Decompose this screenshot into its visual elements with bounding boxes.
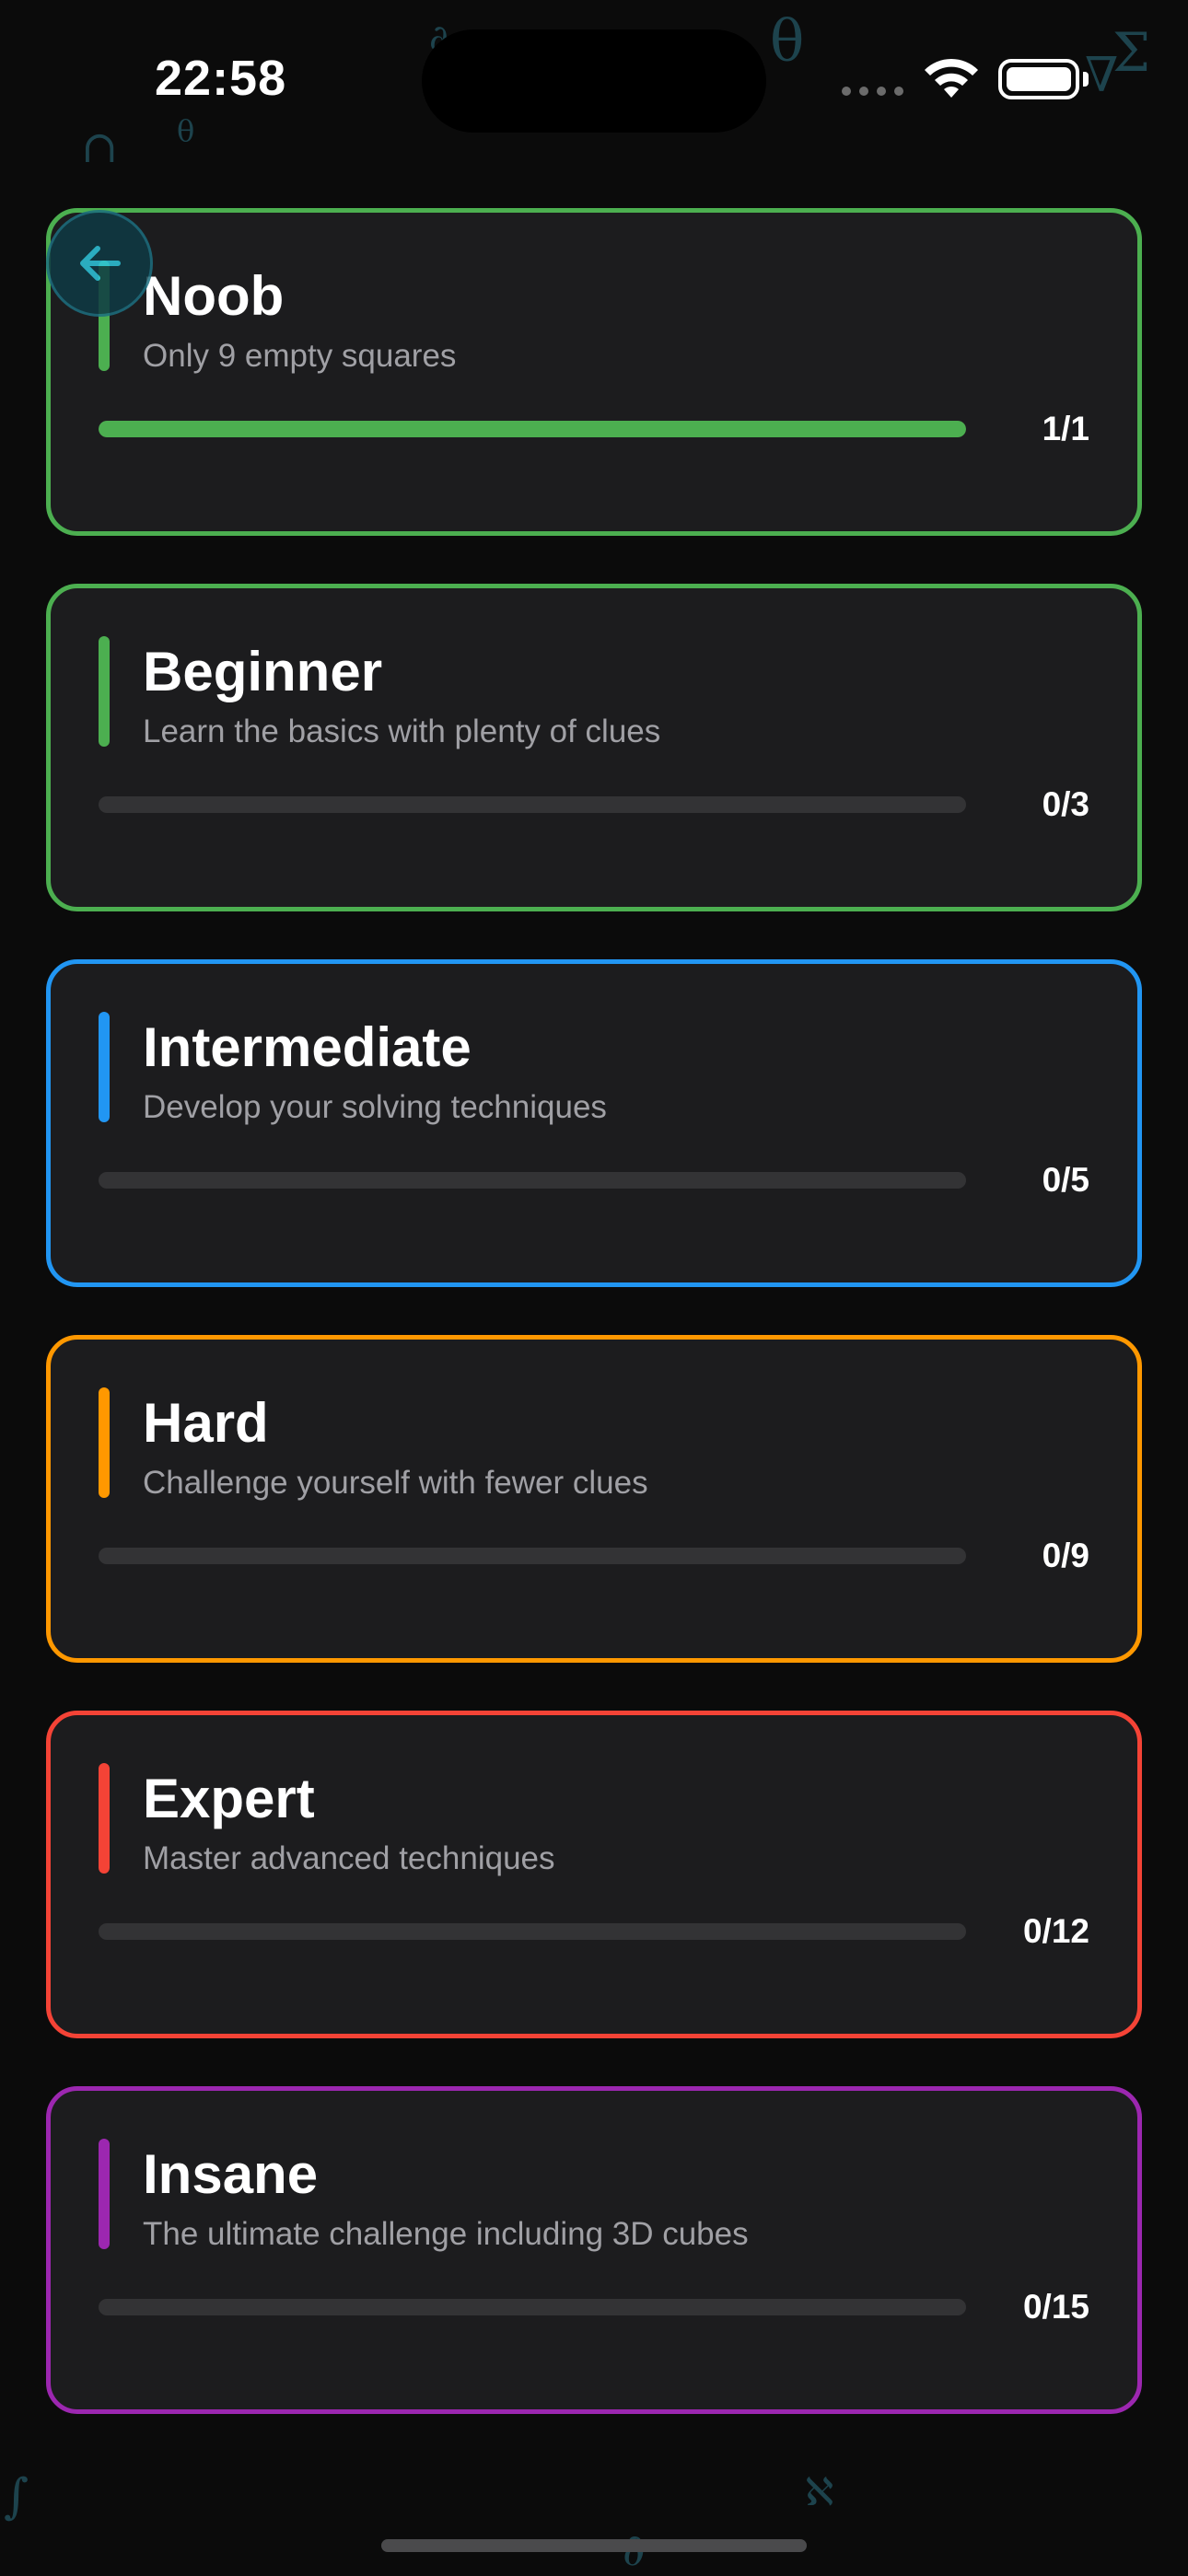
level-title: Beginner	[143, 641, 383, 702]
battery-tip	[1083, 72, 1089, 87]
level-subtitle: Master advanced techniques	[143, 1840, 555, 1876]
level-progress-count: 0/9	[1042, 1537, 1089, 1574]
level-subtitle: Develop your solving techniques	[143, 1089, 607, 1125]
level-card-hard[interactable]: Hard Challenge yourself with fewer clues…	[46, 1335, 1142, 1663]
level-accent-bar	[99, 2139, 110, 2249]
level-title: Insane	[143, 2143, 319, 2205]
level-title: Intermediate	[143, 1016, 472, 1078]
home-indicator[interactable]	[381, 2539, 807, 2552]
level-progress-track	[99, 1172, 966, 1189]
level-card-expert[interactable]: Expert Master advanced techniques 0/12	[46, 1711, 1142, 2038]
level-progress-count: 0/15	[1022, 2288, 1089, 2326]
level-subtitle: The ultimate challenge including 3D cube…	[143, 2216, 749, 2252]
level-progress-track	[99, 1548, 966, 1564]
level-progress-count: 0/12	[1022, 1912, 1089, 1950]
cellular-signal-icon	[842, 87, 903, 96]
level-accent-bar	[99, 1012, 110, 1122]
level-progress-track	[99, 421, 966, 437]
level-subtitle: Learn the basics with plenty of clues	[143, 714, 661, 749]
decoration-symbol: ℵ	[805, 2469, 834, 2514]
decoration-symbol: ∫	[4, 2469, 29, 2524]
level-card-noob[interactable]: Noob Only 9 empty squares 1/1	[46, 208, 1142, 536]
battery-icon	[998, 59, 1079, 99]
level-title: Hard	[143, 1392, 269, 1454]
level-progress-track	[99, 2299, 966, 2315]
level-accent-bar	[99, 1763, 110, 1874]
level-progress-fill	[99, 421, 966, 437]
decoration-symbol: ∇	[1085, 48, 1119, 103]
level-progress-track	[99, 796, 966, 813]
decoration-symbol: ∩	[81, 122, 119, 173]
level-card-insane[interactable]: Insane The ultimate challenge including …	[46, 2086, 1142, 2414]
level-card-beginner[interactable]: Beginner Learn the basics with plenty of…	[46, 584, 1142, 911]
status-bar-time: 22:58	[155, 51, 287, 106]
level-progress-count: 0/5	[1042, 1161, 1089, 1199]
level-subtitle: Challenge yourself with fewer clues	[143, 1465, 648, 1501]
level-progress-track	[99, 1923, 966, 1940]
decoration-symbol: θ	[770, 7, 805, 75]
level-title: Expert	[143, 1768, 315, 1829]
back-button[interactable]	[46, 210, 153, 317]
level-card-intermediate[interactable]: Intermediate Develop your solving techni…	[46, 959, 1142, 1287]
level-progress-count: 0/3	[1042, 785, 1089, 823]
level-subtitle: Only 9 empty squares	[143, 338, 457, 374]
arrow-left-icon	[80, 246, 121, 281]
level-progress-count: 1/1	[1042, 410, 1089, 447]
level-accent-bar	[99, 636, 110, 747]
wifi-icon	[925, 58, 978, 98]
level-title: Noob	[143, 265, 285, 327]
decoration-symbol: θ	[177, 113, 195, 148]
level-accent-bar	[99, 1387, 110, 1498]
dynamic-island	[422, 29, 766, 133]
